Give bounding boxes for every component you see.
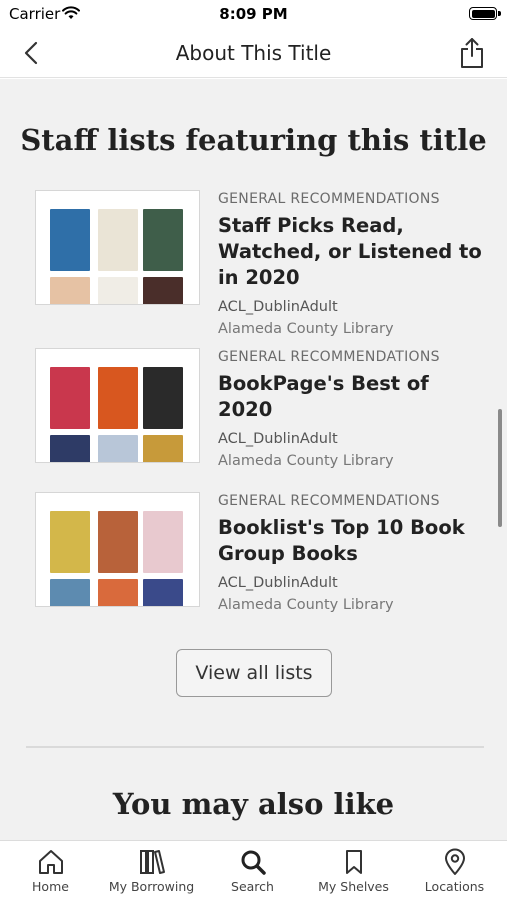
bookmark-icon [346,850,362,874]
status-bar: Carrier 8:09 PM [0,0,507,28]
tab-search[interactable]: Search [202,841,303,900]
book-cover [50,579,90,606]
list-owner: ACL_DublinAdult [218,299,338,315]
location-pin-icon [445,848,465,875]
battery-tip [498,11,501,16]
battery-icon [469,7,497,20]
staff-list-item[interactable]: GENERAL RECOMMENDATIONS BookPage's Best o… [35,348,475,469]
tab-home[interactable]: Home [0,841,101,900]
nav-bar: About This Title [0,28,507,78]
tab-home-label: Home [32,879,69,894]
list-cover-collage[interactable] [35,190,200,305]
view-all-lists-button[interactable]: View all lists [176,649,332,697]
list-owner: ACL_DublinAdult [218,431,338,447]
book-cover [143,511,183,573]
tab-my-shelves-label: My Shelves [318,879,389,894]
list-info: GENERAL RECOMMENDATIONS BookPage's Best o… [218,348,483,472]
tab-my-borrowing-label: My Borrowing [108,879,195,894]
staff-list-item[interactable]: GENERAL RECOMMENDATIONS Staff Picks Read,… [35,190,482,337]
list-title[interactable]: BookPage's Best of 2020 [218,371,483,423]
book-cover [50,209,90,271]
tab-my-borrowing[interactable]: My Borrowing [101,841,202,900]
list-owner: ACL_DublinAdult [218,575,338,591]
book-cover [143,367,183,429]
book-cover [98,277,138,304]
you-may-also-like-heading: You may also like [112,787,395,821]
list-category: GENERAL RECOMMENDATIONS [218,493,440,509]
search-icon [241,850,266,875]
clock: 8:09 PM [219,5,288,23]
list-info: GENERAL RECOMMENDATIONS Staff Picks Read,… [218,190,483,340]
book-cover [50,511,90,573]
list-info: GENERAL RECOMMENDATIONS Booklist's Top 10… [218,492,483,616]
list-cover-collage[interactable] [35,348,200,463]
tab-my-shelves[interactable]: My Shelves [303,841,404,900]
book-cover [143,277,183,304]
book-cover [50,367,90,429]
list-title[interactable]: Staff Picks Read, Watched, or Listened t… [218,213,483,291]
scrollbar[interactable] [498,409,502,527]
book-cover [98,511,138,573]
list-library: Alameda County Library [218,597,394,613]
tab-locations-label: Locations [424,879,485,894]
staff-list-item[interactable]: GENERAL RECOMMENDATIONS Booklist's Top 10… [35,492,475,613]
list-library: Alameda County Library [218,453,394,469]
list-library: Alameda County Library [218,321,394,337]
books-icon [140,850,165,874]
home-icon [39,850,63,874]
book-cover [98,367,138,429]
tab-locations[interactable]: Locations [404,841,505,900]
book-cover [98,435,138,462]
book-cover [143,209,183,271]
tab-bar: Home My Borrowing Search My Shelves Loca… [0,840,507,900]
book-cover [50,277,90,304]
section-divider [26,746,484,748]
list-cover-collage[interactable] [35,492,200,607]
book-cover [143,435,183,462]
book-cover [143,579,183,606]
staff-lists-heading: Staff lists featuring this title [20,123,487,157]
book-cover [50,435,90,462]
book-cover [98,209,138,271]
book-cover [98,579,138,606]
list-category: GENERAL RECOMMENDATIONS [218,349,440,365]
content-scroll-area[interactable]: Staff lists featuring this title GENERAL… [0,79,507,840]
list-title[interactable]: Booklist's Top 10 Book Group Books [218,515,483,567]
tab-search-label: Search [231,879,274,894]
page-title: About This Title [175,41,332,65]
list-category: GENERAL RECOMMENDATIONS [218,191,440,207]
share-icon[interactable] [457,36,487,70]
